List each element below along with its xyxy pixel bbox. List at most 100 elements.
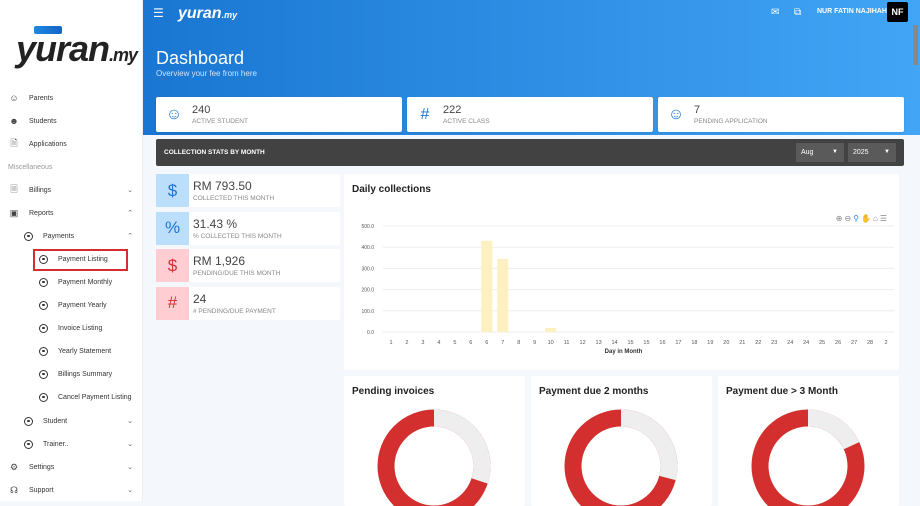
sidebar-subitem[interactable]: Cancel Payment Listing xyxy=(0,387,143,407)
chevron-down-icon: ⌄ xyxy=(127,418,133,425)
x-tick-label: 5 xyxy=(453,340,456,346)
x-tick-label: 1 xyxy=(389,340,392,346)
circle-dot-icon xyxy=(39,392,48,402)
x-tick-label: 15 xyxy=(627,340,633,346)
students-icon: ☻ xyxy=(9,116,19,126)
x-tick-label: 20 xyxy=(723,340,729,346)
donut-chart xyxy=(564,409,678,506)
user-circle-icon: ☺ xyxy=(667,105,685,123)
sidebar-subitem[interactable]: Billings Summary xyxy=(0,364,143,384)
chevron-down-icon: ⌄ xyxy=(127,487,133,494)
x-tick-label: 2 xyxy=(405,340,408,346)
mini-stat-card: $ RM 1,926 PENDING/DUE THIS MONTH xyxy=(156,249,340,282)
x-tick-label: 17 xyxy=(675,340,681,346)
chevron-up-icon: ⌃ xyxy=(127,233,133,240)
reports-icon: ▣ xyxy=(9,207,19,218)
sidebar: yuran.my ☺ Parents ☻ Students 🗎 Application… xyxy=(0,0,143,501)
sidebar-item-student[interactable]: Student ⌄ xyxy=(0,411,143,431)
stat-icon: $ xyxy=(156,249,189,282)
donut-card: Pending invoices xyxy=(344,376,525,506)
circle-dot-icon xyxy=(24,416,33,426)
chevron-down-icon: ⌄ xyxy=(127,464,133,471)
bar[interactable] xyxy=(481,240,493,332)
x-tick-label: 2 xyxy=(884,340,887,346)
x-tick-label: 22 xyxy=(755,340,761,346)
sidebar-item-reports[interactable]: ▣ Reports ⌃ xyxy=(0,203,143,223)
year-select[interactable]: 2025 ▼ xyxy=(848,143,896,162)
mini-stat-card: #24 # PENDING/DUE PAYMENT xyxy=(156,286,340,320)
x-tick-label: 15 xyxy=(643,340,649,346)
x-tick-label: 24 xyxy=(803,340,809,346)
donut-card: Payment due > 3 Month xyxy=(718,376,899,506)
x-tick-label: 11 xyxy=(564,340,570,346)
chevron-up-icon: ⌃ xyxy=(127,210,133,217)
document-icon: 🗎 xyxy=(10,138,18,148)
user-name[interactable]: NUR FATIN NAJIHAH xyxy=(817,8,887,15)
chat-icon[interactable]: ✉ xyxy=(771,7,779,18)
x-tick-label: 6 xyxy=(469,340,472,346)
sidebar-item-parents[interactable]: ☺ Parents xyxy=(0,88,143,108)
avatar[interactable]: NF xyxy=(887,2,908,22)
x-tick-label: 14 xyxy=(611,340,617,346)
sidebar-item-support[interactable]: ☊ Support ⌄ xyxy=(0,480,143,500)
page-title: Dashboard xyxy=(156,48,245,68)
y-tick-label: 0.0 xyxy=(367,330,374,336)
x-tick-label: 13 xyxy=(596,340,602,346)
y-tick-label: 300.0 xyxy=(361,266,374,272)
circle-dot-icon xyxy=(39,369,48,379)
sidebar-item-trainer[interactable]: Trainer.. ⌄ xyxy=(0,434,143,454)
hash-icon: # xyxy=(420,105,430,123)
gear-icon: ⚙ xyxy=(9,461,19,472)
daily-collections-card: Daily collections ⊕⊖⚲✋⌂☰ 0.0 100.0 200.0 30… xyxy=(344,174,899,370)
x-axis-label: Day in Month xyxy=(605,349,643,355)
billing-icon: 🗏 xyxy=(10,184,18,194)
sidebar-item-students[interactable]: ☻ Students xyxy=(0,111,143,131)
sidebar-subitem[interactable]: Yearly Statement xyxy=(0,341,143,361)
translate-icon[interactable]: ⧉ xyxy=(794,7,801,18)
x-tick-label: 26 xyxy=(835,340,841,346)
sidebar-item-payments[interactable]: Payments ⌃ xyxy=(0,226,143,246)
stat-icon: $ xyxy=(156,174,189,207)
x-tick-label: 9 xyxy=(533,340,536,346)
scrollbar[interactable] xyxy=(913,25,918,65)
donut-chart xyxy=(751,409,865,506)
y-tick-label: 400.0 xyxy=(361,245,374,251)
circle-dot-icon xyxy=(24,231,33,241)
user-circle-icon: ☺ xyxy=(165,105,183,123)
circle-dot-icon xyxy=(24,439,33,449)
x-tick-label: 7 xyxy=(501,340,504,346)
bar[interactable] xyxy=(545,328,557,332)
circle-dot-icon xyxy=(39,346,48,356)
sidebar-item-settings[interactable]: ⚙ Settings ⌄ xyxy=(0,457,143,477)
chevron-down-icon: ⌄ xyxy=(127,187,133,194)
circle-dot-icon xyxy=(39,323,48,333)
x-tick-label: 3 xyxy=(421,340,424,346)
section-miscellaneous: Miscellaneous xyxy=(8,164,53,171)
collection-stats-bar: COLLECTION STATS BY MONTH Aug ▼ 2025 ▼ xyxy=(156,139,904,166)
caret-down-icon: ▼ xyxy=(884,149,890,155)
menu-icon[interactable]: ☰ xyxy=(153,6,164,20)
sidebar-item-applications[interactable]: 🗎 Applications xyxy=(0,134,143,154)
x-tick-label: 23 xyxy=(771,340,777,346)
sidebar-subitem[interactable]: Payment Monthly xyxy=(0,272,143,292)
y-tick-label: 500.0 xyxy=(361,224,374,230)
stat-pending-application: ☺ 7 PENDING APPLICATION xyxy=(658,97,904,132)
chevron-down-icon: ⌄ xyxy=(127,441,133,448)
logo: yuran.my xyxy=(16,26,138,69)
bar[interactable] xyxy=(497,258,509,332)
month-select[interactable]: Aug ▼ xyxy=(796,143,844,162)
stat-active-class: #222 ACTIVE CLASS xyxy=(407,97,653,132)
sidebar-subitem[interactable]: Payment Yearly xyxy=(0,295,143,315)
donut-card: Payment due 2 months xyxy=(531,376,712,506)
sidebar-subitem[interactable]: Invoice Listing xyxy=(0,318,143,338)
headset-icon: ☊ xyxy=(10,484,18,495)
sidebar-item-billings[interactable]: 🗏 Billings ⌄ xyxy=(0,180,143,200)
highlight-box xyxy=(33,249,128,271)
x-tick-label: 19 xyxy=(707,340,713,346)
mini-stat-card: $ RM 793.50 COLLECTED THIS MONTH xyxy=(156,174,340,207)
x-tick-label: 18 xyxy=(691,340,697,346)
caret-down-icon: ▼ xyxy=(832,149,838,155)
x-tick-label: 8 xyxy=(517,340,520,346)
circle-dot-icon xyxy=(39,300,48,310)
x-tick-label: 27 xyxy=(851,340,857,346)
